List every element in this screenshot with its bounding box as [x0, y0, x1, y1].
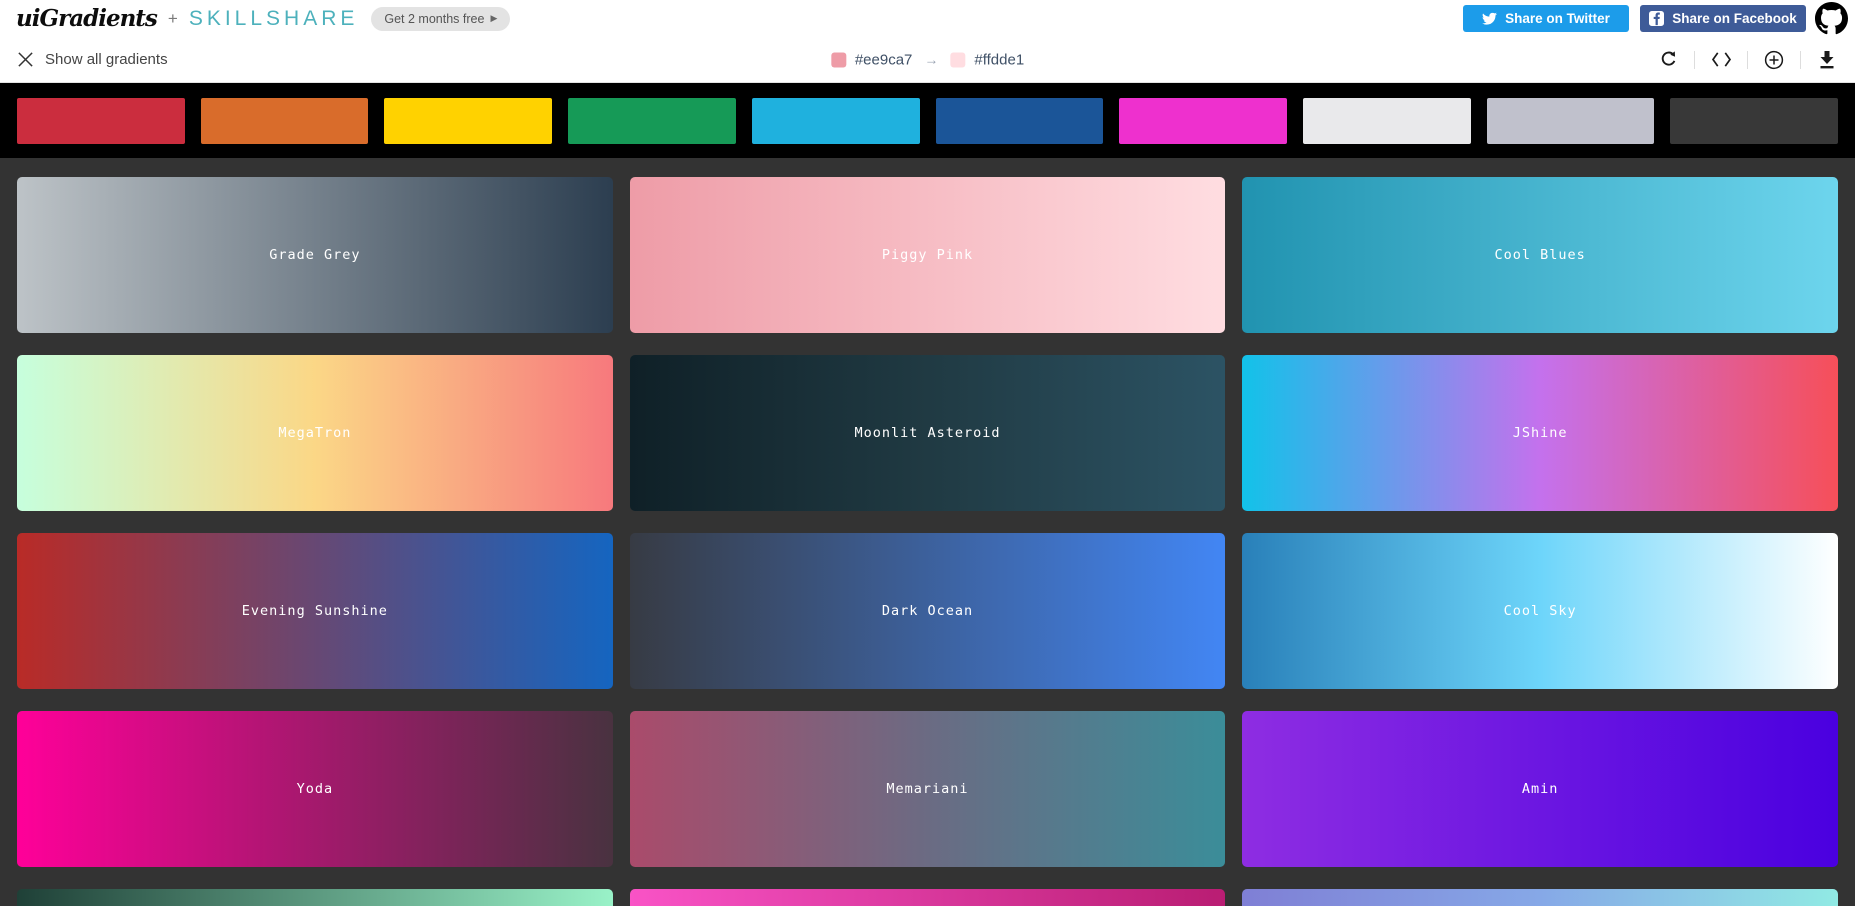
- gradient-name: Cool Sky: [1504, 603, 1577, 619]
- gradient-name: Grade Grey: [269, 247, 360, 263]
- divider: [1747, 51, 1748, 69]
- divider: [1694, 51, 1695, 69]
- divider: [1800, 51, 1801, 69]
- share-on-facebook-button[interactable]: Share on Facebook: [1640, 5, 1806, 32]
- gradient-card[interactable]: Cool Sky: [1242, 533, 1838, 689]
- gradient-card[interactable]: Evening Sunshine: [17, 533, 613, 689]
- gradient-name: Amin: [1522, 781, 1559, 797]
- add-gradient-button[interactable]: [1763, 49, 1785, 71]
- color-filter-dark-blue[interactable]: [936, 98, 1104, 144]
- to-hex-value: #ffdde1: [974, 51, 1024, 68]
- toolbar-actions: [1657, 49, 1838, 71]
- refresh-button[interactable]: [1657, 49, 1679, 71]
- gradient-name: MegaTron: [278, 425, 351, 441]
- gradient-card[interactable]: MegaTron: [17, 355, 613, 511]
- add-icon: [1764, 50, 1784, 70]
- to-color-chip: [950, 52, 965, 67]
- gradient-card[interactable]: Moonlit Asteroid: [630, 355, 1226, 511]
- arrow-right-icon: →: [924, 52, 938, 68]
- promo-badge[interactable]: Get 2 months free ▶: [371, 7, 510, 31]
- uigradients-logo[interactable]: uiGradients: [16, 5, 157, 32]
- gradient-grid: Grade Grey Piggy Pink Cool Blues MegaTron Mo…: [0, 158, 1855, 906]
- github-link[interactable]: [1815, 2, 1848, 35]
- refresh-icon: [1659, 50, 1678, 69]
- color-filter-red[interactable]: [17, 98, 185, 144]
- current-gradient-hex: #ee9ca7 → #ffdde1: [831, 51, 1024, 68]
- download-icon: [1818, 50, 1836, 69]
- gradient-card[interactable]: Neuromancer: [630, 889, 1226, 906]
- gradient-card[interactable]: Cool Blues: [1242, 177, 1838, 333]
- color-filter-yellow[interactable]: [384, 98, 552, 144]
- color-filter-white[interactable]: [1303, 98, 1471, 144]
- share-on-twitter-button[interactable]: Share on Twitter: [1463, 5, 1629, 32]
- gradient-name: JShine: [1513, 425, 1568, 441]
- gradient-card[interactable]: Piggy Pink: [630, 177, 1226, 333]
- show-all-gradients-label: Show all gradients: [45, 51, 168, 68]
- gradient-name: Evening Sunshine: [242, 603, 388, 619]
- gradient-name: Cool Blues: [1495, 247, 1586, 263]
- color-filter-green[interactable]: [568, 98, 736, 144]
- color-filter-light-blue[interactable]: [752, 98, 920, 144]
- gradient-card[interactable]: JShine: [1242, 355, 1838, 511]
- skillshare-logo[interactable]: SKILLSHARE: [189, 7, 359, 31]
- facebook-icon: [1649, 11, 1664, 26]
- color-filter-orange[interactable]: [201, 98, 369, 144]
- header-actions: Share on Twitter Share on Facebook: [1463, 2, 1851, 35]
- from-hex-value: #ee9ca7: [855, 51, 913, 68]
- gradient-name: Yoda: [297, 781, 334, 797]
- color-filter-strip: [0, 83, 1855, 158]
- github-icon: [1815, 2, 1848, 35]
- get-code-button[interactable]: [1710, 49, 1732, 71]
- gradient-card[interactable]: Memariani: [630, 711, 1226, 867]
- from-color-chip: [831, 52, 846, 67]
- show-all-gradients-button[interactable]: Show all gradients: [17, 51, 168, 68]
- twitter-icon: [1482, 11, 1497, 26]
- gradient-card[interactable]: Harvey: [17, 889, 613, 906]
- header: uiGradients + SKILLSHARE Get 2 months fr…: [0, 0, 1855, 37]
- download-button[interactable]: [1816, 49, 1838, 71]
- share-on-facebook-label: Share on Facebook: [1672, 11, 1797, 26]
- gradient-name: Moonlit Asteroid: [854, 425, 1000, 441]
- gradient-name: Dark Ocean: [882, 603, 973, 619]
- plus-separator: +: [168, 9, 178, 29]
- promo-arrow-icon: ▶: [490, 13, 497, 24]
- share-on-twitter-label: Share on Twitter: [1505, 11, 1610, 26]
- gradient-card[interactable]: Amin: [1242, 711, 1838, 867]
- gradient-name: Memariani: [886, 781, 968, 797]
- close-icon: [17, 51, 34, 68]
- gradient-card[interactable]: Azur Lane: [1242, 889, 1838, 906]
- gradient-card[interactable]: Yoda: [17, 711, 613, 867]
- promo-badge-label: Get 2 months free: [384, 12, 484, 26]
- color-filter-magenta[interactable]: [1119, 98, 1287, 144]
- color-filter-black[interactable]: [1670, 98, 1838, 144]
- gradient-card[interactable]: Dark Ocean: [630, 533, 1226, 689]
- color-filter-grey[interactable]: [1487, 98, 1655, 144]
- code-icon: [1711, 51, 1732, 68]
- gradient-card[interactable]: Grade Grey: [17, 177, 613, 333]
- gradient-name: Piggy Pink: [882, 247, 973, 263]
- toolbar: Show all gradients #ee9ca7 → #ffdde1: [0, 37, 1855, 83]
